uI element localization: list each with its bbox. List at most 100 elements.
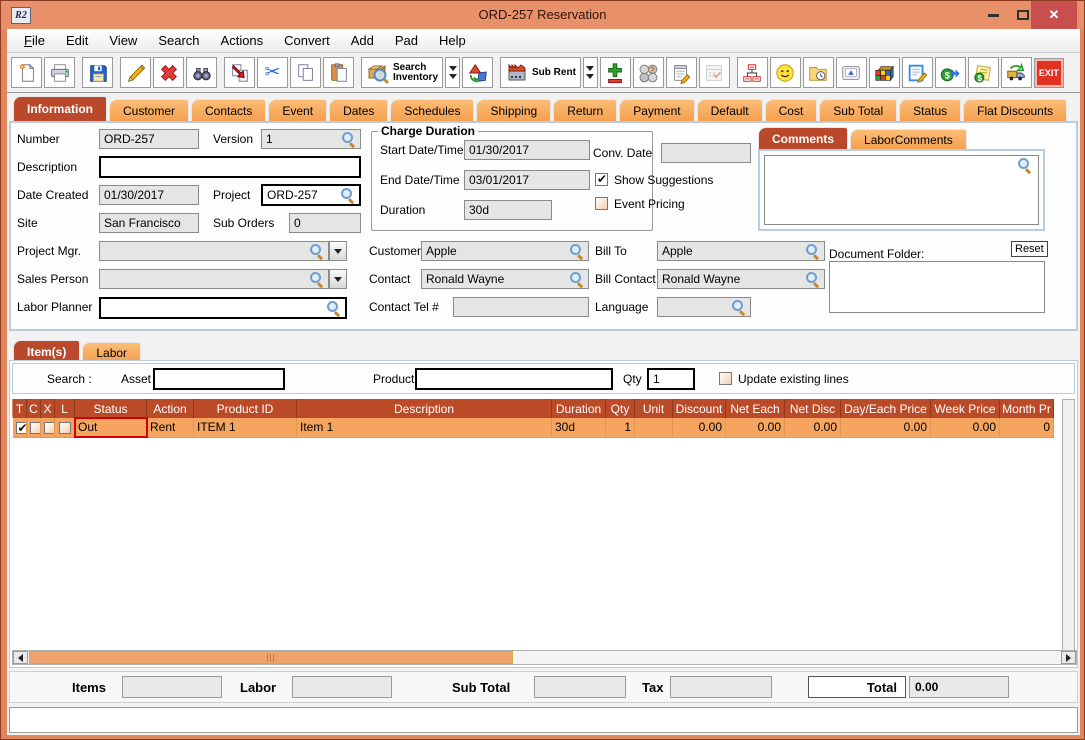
customer-field[interactable]: Apple xyxy=(421,241,589,261)
print-button[interactable] xyxy=(44,57,75,88)
col-product-id[interactable]: Product ID xyxy=(193,399,297,418)
new-document-button[interactable] xyxy=(11,57,42,88)
cell-t-checkbox[interactable] xyxy=(12,418,27,438)
show-suggestions-checkbox[interactable] xyxy=(595,172,608,186)
cell-x-checkbox[interactable] xyxy=(40,418,55,438)
menu-edit[interactable]: Edit xyxy=(61,31,93,50)
add-remove-line-button[interactable] xyxy=(599,57,631,88)
cell-discount[interactable]: 0.00 xyxy=(672,418,726,438)
close-button[interactable]: ✕ xyxy=(1031,1,1077,29)
cell-c-checkbox[interactable] xyxy=(26,418,41,438)
project-mgr-field[interactable] xyxy=(99,241,329,261)
sales-person-lookup-icon[interactable] xyxy=(310,272,325,287)
qty-input[interactable] xyxy=(647,368,695,390)
spheres-query-button[interactable]: ? xyxy=(632,57,664,88)
cell-qty[interactable]: 1 xyxy=(605,418,635,438)
menu-help[interactable]: Help xyxy=(434,31,471,50)
project-lookup-icon[interactable] xyxy=(341,188,356,203)
labor-planner-lookup-icon[interactable] xyxy=(327,301,342,316)
save-button[interactable] xyxy=(82,57,113,88)
col-description[interactable]: Description xyxy=(296,399,552,418)
dollar-note-button[interactable]: $ xyxy=(967,57,999,88)
notepad-edit-button[interactable] xyxy=(665,57,697,88)
copy-order-button[interactable] xyxy=(224,57,255,88)
asset-input[interactable] xyxy=(153,368,285,390)
contact-field[interactable]: Ronald Wayne xyxy=(421,269,589,289)
project-mgr-lookup-icon[interactable] xyxy=(310,244,325,259)
duration-field[interactable]: 30d xyxy=(464,200,552,220)
keyboard-key-button[interactable] xyxy=(835,57,867,88)
tab-contacts[interactable]: Contacts xyxy=(191,99,267,121)
col-qty[interactable]: Qty xyxy=(605,399,635,418)
customer-lookup-icon[interactable] xyxy=(570,244,585,259)
delete-button[interactable] xyxy=(153,57,184,88)
project-mgr-dropdown-button[interactable] xyxy=(329,241,347,261)
tab-sub-total[interactable]: Sub Total xyxy=(819,99,898,121)
tab-payment[interactable]: Payment xyxy=(619,99,695,121)
start-date-field[interactable]: 01/30/2017 xyxy=(464,140,590,160)
cell-duration[interactable]: 30d xyxy=(551,418,606,438)
description-input[interactable] xyxy=(99,156,361,178)
cell-week-price[interactable]: 0.00 xyxy=(930,418,1000,438)
menu-actions[interactable]: Actions xyxy=(216,31,269,50)
exit-button[interactable]: EXIT xyxy=(1033,57,1064,88)
cell-product-id[interactable]: ITEM 1 xyxy=(193,418,297,438)
paste-button[interactable] xyxy=(323,57,354,88)
sub-rent-more-button[interactable] xyxy=(582,57,598,88)
bill-to-lookup-icon[interactable] xyxy=(806,244,821,259)
calendar-button[interactable]: 12 xyxy=(698,57,730,88)
grid-row[interactable]: Out Rent ITEM 1 Item 1 30d 1 0.00 0.00 0… xyxy=(12,417,1054,438)
sales-person-field[interactable] xyxy=(99,269,329,289)
tab-dates[interactable]: Dates xyxy=(329,99,389,121)
cell-description[interactable]: Item 1 xyxy=(296,418,552,438)
sub-rent-button[interactable]: Sub Rent xyxy=(500,57,581,88)
col-t[interactable]: T xyxy=(12,399,27,418)
bill-contact-lookup-icon[interactable] xyxy=(806,272,821,287)
col-net-disc[interactable]: Net Disc xyxy=(784,399,841,418)
menu-file[interactable]: File xyxy=(19,31,50,50)
tab-status[interactable]: Status xyxy=(899,99,962,121)
update-existing-checkbox[interactable] xyxy=(719,372,732,385)
vertical-scrollbar[interactable] xyxy=(1062,399,1075,651)
minimize-button[interactable] xyxy=(981,1,1005,29)
shapes-button[interactable] xyxy=(462,57,494,88)
tab-flat-discounts[interactable]: Flat Discounts xyxy=(963,99,1068,121)
language-lookup-icon[interactable] xyxy=(732,300,747,315)
tab-cost[interactable]: Cost xyxy=(764,99,818,121)
horizontal-scrollbar[interactable] xyxy=(12,650,1077,665)
delivery-truck-button[interactable] xyxy=(1000,57,1032,88)
cell-day-each-price[interactable]: 0.00 xyxy=(840,418,931,438)
inventory-cubes-button[interactable] xyxy=(868,57,900,88)
tab-return[interactable]: Return xyxy=(553,99,618,121)
tab-customer[interactable]: Customer xyxy=(109,99,190,121)
search-inventory-more-button[interactable] xyxy=(445,57,461,88)
menu-view[interactable]: View xyxy=(104,31,142,50)
search-inventory-button[interactable]: Search Inventory xyxy=(361,57,444,88)
tab-schedules[interactable]: Schedules xyxy=(390,99,475,121)
menu-search[interactable]: Search xyxy=(153,31,204,50)
scroll-right-button[interactable] xyxy=(1061,651,1076,664)
version-field[interactable]: 1 xyxy=(261,129,361,149)
cell-status[interactable]: Out xyxy=(73,417,148,438)
tab-information[interactable]: Information xyxy=(13,96,107,121)
project-field[interactable]: ORD-257 xyxy=(261,184,361,206)
end-date-field[interactable]: 03/01/2017 xyxy=(464,170,590,190)
tab-event[interactable]: Event xyxy=(268,99,328,121)
menu-add[interactable]: Add xyxy=(346,31,379,50)
col-duration[interactable]: Duration xyxy=(551,399,606,418)
menu-convert[interactable]: Convert xyxy=(279,31,335,50)
event-pricing-checkbox[interactable] xyxy=(595,197,608,210)
tab-items[interactable]: Item(s) xyxy=(13,340,81,362)
cell-unit[interactable] xyxy=(634,418,673,438)
language-field[interactable] xyxy=(657,297,751,317)
cell-net-disc[interactable]: 0.00 xyxy=(784,418,841,438)
version-lookup-icon[interactable] xyxy=(342,132,357,147)
tab-labor-comments[interactable]: LaborComments xyxy=(850,129,967,149)
org-chart-button[interactable] xyxy=(736,57,768,88)
tab-comments[interactable]: Comments xyxy=(758,127,849,149)
copy-button[interactable] xyxy=(290,57,321,88)
product-input[interactable] xyxy=(415,368,613,390)
cell-net-each[interactable]: 0.00 xyxy=(725,418,785,438)
cell-action[interactable]: Rent xyxy=(146,418,194,438)
sales-person-dropdown-button[interactable] xyxy=(329,269,347,289)
